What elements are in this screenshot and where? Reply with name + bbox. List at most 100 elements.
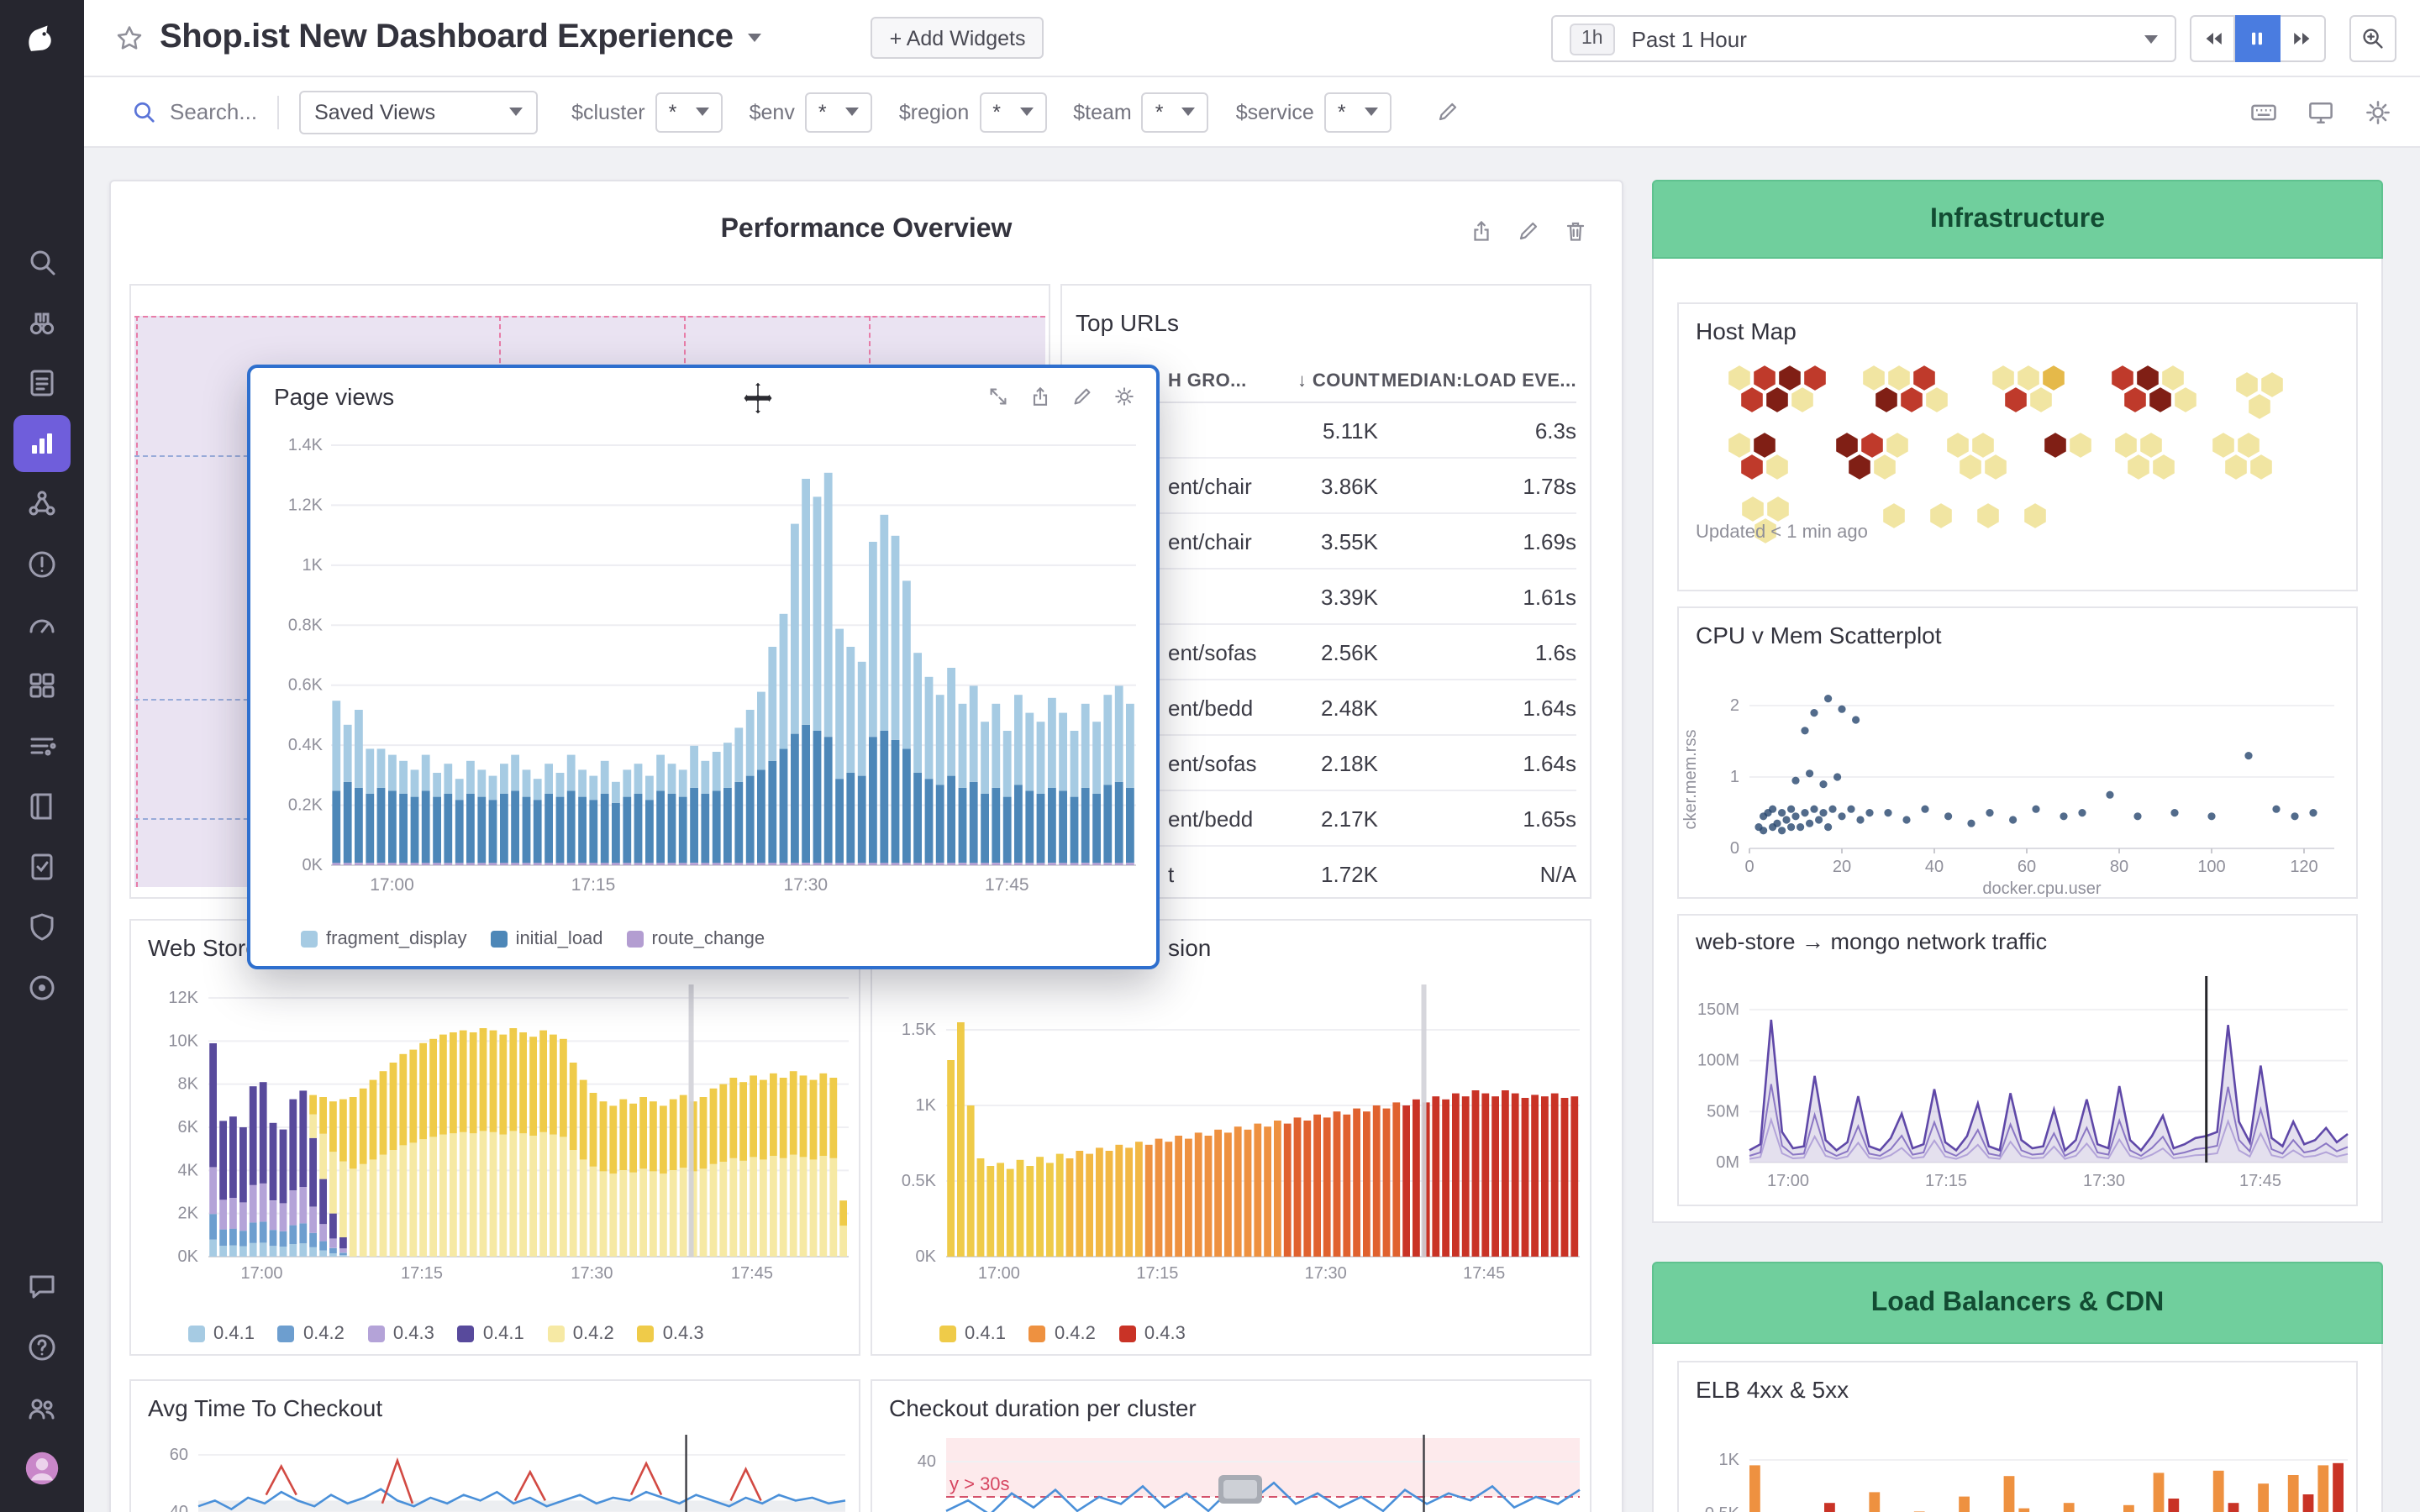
variable-value-dropdown[interactable]: * (805, 92, 872, 132)
svg-text:docker.cpu.user: docker.cpu.user (1982, 879, 2102, 898)
svg-text:17:45: 17:45 (2239, 1172, 2281, 1190)
chat-icon[interactable] (13, 1258, 71, 1315)
web-store-widget: Web Store 0K2K4K6K8K10K12K17:0017:1517:3… (129, 919, 860, 1356)
variable-value-dropdown[interactable]: * (1324, 92, 1392, 132)
edit-pencil-icon[interactable] (1516, 218, 1541, 244)
search-icon[interactable] (13, 234, 71, 291)
gear-icon[interactable] (1113, 385, 1136, 408)
legend-item[interactable]: 0.4.1 (458, 1324, 524, 1344)
share-icon[interactable] (1028, 385, 1052, 408)
elb-widget: ELB 4xx & 5xx 1K0.5K (1677, 1361, 2358, 1512)
checks-icon[interactable] (13, 838, 71, 895)
saved-views-dropdown[interactable]: Saved Views (299, 90, 538, 134)
scatterplot-chart[interactable]: 012020406080100120docker.cpu.usercker.me… (1679, 648, 2358, 899)
svg-text:y > 30s: y > 30s (950, 1473, 1010, 1494)
edit-pencil-icon[interactable] (1071, 385, 1094, 408)
metrics-icon[interactable] (13, 415, 71, 472)
column-count[interactable]: ↓ COUNT (1297, 370, 1380, 391)
rewind-button[interactable] (2190, 15, 2235, 62)
gear-icon[interactable] (2363, 97, 2393, 127)
help-icon[interactable] (13, 1319, 71, 1376)
processes-icon[interactable] (13, 475, 71, 533)
svg-text:17:15: 17:15 (401, 1264, 443, 1283)
network-traffic-chart[interactable]: 0M50M100M150M17:0017:1517:3017:45 (1679, 956, 2358, 1206)
conversion-chart[interactable]: 0K0.5K1K1.5K17:0017:1517:3017:45 (872, 971, 1591, 1294)
pipelines-icon[interactable] (13, 717, 71, 774)
legend-item[interactable]: initial_load (491, 929, 603, 949)
svg-text:17:30: 17:30 (571, 1264, 613, 1283)
web-store-legend: 0.4.1 0.4.2 0.4.3 0.4.1 0.4.2 0.4.3 (188, 1324, 704, 1344)
legend-item[interactable]: 0.4.3 (368, 1324, 434, 1344)
svg-text:0.8K: 0.8K (288, 616, 324, 634)
apm-icon[interactable] (13, 596, 71, 654)
avg-checkout-widget: Avg Time To Checkout 6040 (129, 1379, 860, 1512)
svg-text:10K: 10K (168, 1032, 198, 1050)
variable-value-dropdown[interactable]: * (655, 92, 723, 132)
svg-text:2: 2 (1730, 696, 1739, 715)
pause-button[interactable] (2235, 15, 2281, 62)
svg-text:40: 40 (170, 1503, 188, 1512)
move-cursor (739, 380, 776, 417)
template-variable: $service* (1236, 92, 1392, 132)
web-store-chart[interactable]: 0K2K4K6K8K10K12K17:0017:1517:3017:45 (131, 971, 860, 1294)
security-icon[interactable] (13, 899, 71, 956)
variable-value-dropdown[interactable]: * (979, 92, 1046, 132)
legend-item[interactable]: 0.4.3 (1119, 1324, 1186, 1344)
variable-name: $team (1073, 100, 1132, 123)
sidebar-nav (13, 232, 71, 1018)
svg-text:1K: 1K (302, 556, 324, 575)
legend-item[interactable]: 0.4.1 (188, 1324, 255, 1344)
keyboard-shortcuts-icon[interactable] (2249, 97, 2279, 127)
host-map-chart[interactable] (1692, 348, 2358, 590)
web-store-title: Web Store (148, 934, 259, 961)
synthetics-icon[interactable] (13, 959, 71, 1016)
notebooks-icon[interactable] (13, 778, 71, 835)
integrations-icon[interactable] (13, 657, 71, 714)
datadog-logo-icon[interactable] (13, 13, 71, 71)
avatar[interactable] (13, 1440, 71, 1497)
variable-value-dropdown[interactable]: * (1142, 92, 1209, 132)
tv-mode-icon[interactable] (2306, 97, 2336, 127)
avg-checkout-chart[interactable]: 60 40 (131, 1425, 860, 1512)
legend-item[interactable]: route_change (627, 929, 765, 949)
column-median[interactable]: MEDIAN:LOAD EVE... (1380, 370, 1576, 391)
legend-item[interactable]: 0.4.2 (548, 1324, 614, 1344)
legend-item[interactable]: 0.4.2 (1029, 1324, 1096, 1344)
svg-text:0: 0 (1730, 839, 1739, 858)
scatterplot-title: CPU v Mem Scatterplot (1696, 622, 1942, 648)
logs-icon[interactable] (13, 354, 71, 412)
page-views-title: Page views (274, 383, 394, 410)
legend-item[interactable]: fragment_display (301, 929, 467, 949)
checkout-duration-chart[interactable]: 40y > 30s (872, 1425, 1591, 1512)
edit-variables-pencil-icon[interactable] (1435, 99, 1460, 124)
conversion-widget: sion 0K0.5K1K1.5K17:0017:1517:3017:45 0.… (871, 919, 1591, 1356)
page-views-chart[interactable]: 0K0.2K0.4K0.6K0.8K1K1.2K1.4K17:0017:1517… (260, 432, 1153, 919)
zoom-icon[interactable] (2349, 15, 2396, 62)
monitors-icon[interactable] (13, 536, 71, 593)
title-dropdown-icon[interactable] (749, 34, 762, 42)
share-icon[interactable] (1469, 218, 1494, 244)
favorite-star-icon[interactable] (114, 23, 145, 53)
variable-name: $cluster (571, 100, 645, 123)
forward-button[interactable] (2281, 15, 2326, 62)
time-range-selector[interactable]: 1h Past 1 Hour (1551, 15, 2176, 62)
add-widgets-button[interactable]: + Add Widgets (871, 17, 1044, 59)
page-views-floating-widget[interactable]: Page views 0K0.2K0.4K0.6K0.8K1K1.2K1.4K1… (247, 365, 1160, 969)
svg-text:6K: 6K (178, 1118, 199, 1137)
elb-title: ELB 4xx & 5xx (1696, 1376, 1849, 1403)
scatterplot-widget: CPU v Mem Scatterplot 012020406080100120… (1677, 606, 2358, 899)
conversion-title-fragment: sion (1168, 934, 1211, 961)
users-icon[interactable] (13, 1379, 71, 1436)
infrastructure-group-header[interactable]: Infrastructure (1652, 180, 2383, 259)
legend-item[interactable]: 0.4.1 (939, 1324, 1006, 1344)
expand-icon[interactable] (986, 385, 1010, 408)
infrastructure-icon[interactable] (13, 294, 71, 351)
svg-text:60: 60 (170, 1446, 188, 1464)
legend-item[interactable]: 0.4.2 (278, 1324, 345, 1344)
conversion-legend: 0.4.1 0.4.2 0.4.3 (939, 1324, 1186, 1344)
trash-icon[interactable] (1563, 218, 1588, 244)
legend-item[interactable]: 0.4.3 (638, 1324, 704, 1344)
search-input[interactable]: Search... (131, 99, 257, 124)
elb-chart[interactable]: 1K0.5K (1679, 1403, 2358, 1512)
load-balancers-group-header[interactable]: Load Balancers & CDN (1652, 1262, 2383, 1344)
